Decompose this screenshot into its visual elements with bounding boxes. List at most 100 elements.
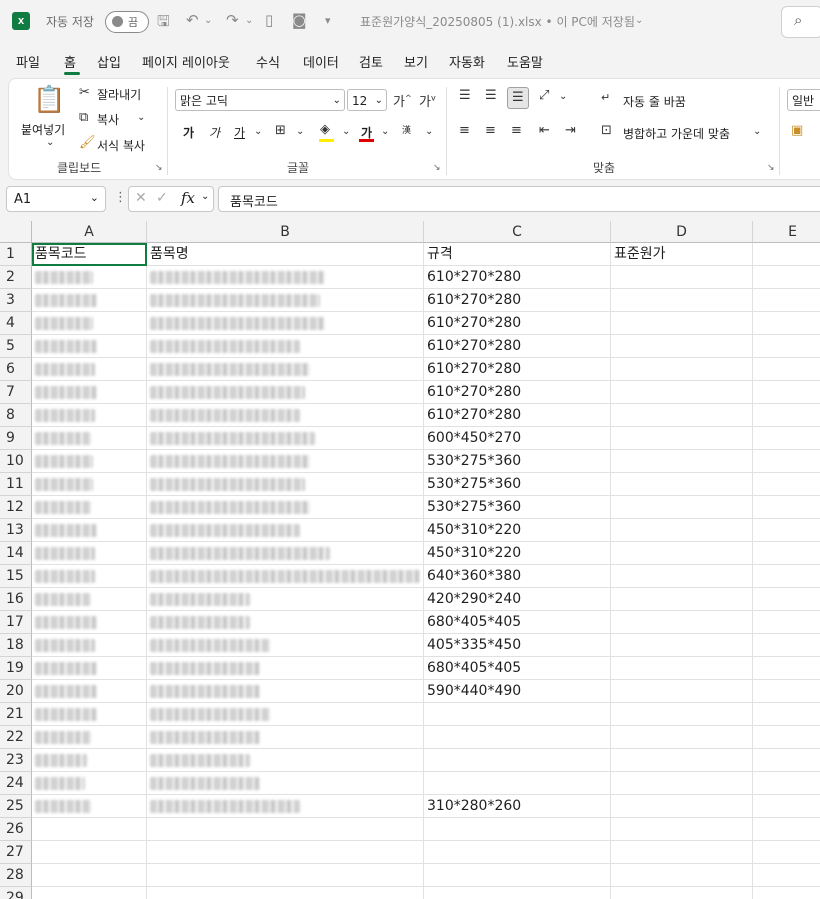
cell-a[interactable] (32, 772, 147, 795)
cell-e[interactable] (753, 657, 820, 680)
tab-view[interactable]: 보기 (404, 52, 428, 71)
cell-b[interactable]: 품목명 (147, 243, 424, 266)
cell-a[interactable] (32, 795, 147, 818)
title-dropdown-icon[interactable]: ⌄ (635, 15, 643, 26)
font-size-select[interactable]: 12 ⌄ (347, 89, 387, 111)
cell-b[interactable] (147, 749, 424, 772)
cell-e[interactable] (753, 818, 820, 841)
cell-c[interactable]: 610*270*280 (424, 266, 611, 289)
row-header[interactable]: 13 (0, 519, 32, 542)
cell-c[interactable] (424, 726, 611, 749)
align-bottom-button[interactable]: ☰ (507, 87, 529, 109)
align-right-icon[interactable]: ≡ (511, 123, 522, 138)
cell-d[interactable] (611, 657, 753, 680)
align-left-icon[interactable]: ≡ (459, 123, 470, 138)
cell-e[interactable] (753, 473, 820, 496)
more-options-icon[interactable]: ⋮ (114, 190, 127, 205)
cell-b[interactable] (147, 634, 424, 657)
column-header-a[interactable]: A (32, 221, 147, 243)
cell-d[interactable] (611, 358, 753, 381)
cell-b[interactable] (147, 335, 424, 358)
align-middle-icon[interactable]: ☰ (485, 88, 497, 103)
orientation-dropdown-icon[interactable]: ⌄ (559, 91, 567, 102)
cell-d[interactable] (611, 841, 753, 864)
cell-c[interactable]: 530*275*360 (424, 496, 611, 519)
cell-e[interactable] (753, 749, 820, 772)
bold-button[interactable]: 가 (183, 124, 194, 141)
cell-a[interactable] (32, 335, 147, 358)
tab-automate[interactable]: 자동화 (449, 52, 485, 71)
cell-e[interactable] (753, 358, 820, 381)
cell-d[interactable] (611, 496, 753, 519)
cell-b[interactable] (147, 726, 424, 749)
cell-a[interactable] (32, 450, 147, 473)
cell-c[interactable]: 530*275*360 (424, 473, 611, 496)
row-header[interactable]: 24 (0, 772, 32, 795)
align-center-icon[interactable]: ≡ (485, 123, 496, 138)
cell-d[interactable] (611, 818, 753, 841)
cell-c[interactable]: 530*275*360 (424, 450, 611, 473)
cell-c[interactable]: 590*440*490 (424, 680, 611, 703)
decrease-font-size-icon[interactable]: 가v (419, 91, 436, 110)
tab-help[interactable]: 도움말 (507, 52, 543, 71)
row-header[interactable]: 16 (0, 588, 32, 611)
function-dropdown-icon[interactable]: ⌄ (201, 191, 209, 202)
tab-review[interactable]: 검토 (359, 52, 383, 71)
tab-formulas[interactable]: 수식 (256, 52, 280, 71)
cell-a[interactable] (32, 657, 147, 680)
cell-d[interactable] (611, 565, 753, 588)
cell-b[interactable] (147, 358, 424, 381)
paste-icon[interactable]: 📋 (33, 85, 65, 115)
cell-b[interactable] (147, 887, 424, 899)
cell-c[interactable]: 610*270*280 (424, 335, 611, 358)
font-launcher-icon[interactable]: ↘ (433, 163, 441, 173)
cell-e[interactable] (753, 772, 820, 795)
cell-b[interactable] (147, 841, 424, 864)
redo-dropdown-icon[interactable]: ⌄ (245, 15, 253, 26)
accounting-format-icon[interactable]: ▣ (791, 123, 803, 138)
cell-c[interactable]: 405*335*450 (424, 634, 611, 657)
cell-e[interactable] (753, 542, 820, 565)
borders-icon[interactable]: ⊞ (275, 123, 286, 138)
formula-input[interactable]: 품목코드 (218, 186, 820, 212)
cell-b[interactable] (147, 565, 424, 588)
cell-d[interactable] (611, 749, 753, 772)
cell-e[interactable] (753, 496, 820, 519)
cell-d[interactable] (611, 680, 753, 703)
cell-b[interactable] (147, 864, 424, 887)
row-header[interactable]: 22 (0, 726, 32, 749)
align-top-icon[interactable]: ☰ (459, 88, 471, 103)
row-header[interactable]: 25 (0, 795, 32, 818)
cut-icon[interactable]: ✂ (79, 85, 90, 100)
undo-dropdown-icon[interactable]: ⌄ (204, 15, 212, 26)
cell-c[interactable] (424, 772, 611, 795)
cell-a[interactable] (32, 841, 147, 864)
cell-d[interactable] (611, 404, 753, 427)
cell-e[interactable] (753, 335, 820, 358)
select-all-corner[interactable] (0, 221, 32, 243)
cell-a[interactable] (32, 381, 147, 404)
wrap-text-button[interactable]: 자동 줄 바꿈 (623, 93, 686, 110)
save-icon[interactable]: 🖫 (157, 11, 170, 36)
cell-b[interactable] (147, 427, 424, 450)
cell-e[interactable] (753, 588, 820, 611)
merge-center-icon[interactable]: ⊡ (601, 123, 612, 138)
cell-d[interactable] (611, 473, 753, 496)
cell-c[interactable]: 450*310*220 (424, 519, 611, 542)
row-header[interactable]: 21 (0, 703, 32, 726)
paste-dropdown-icon[interactable]: ⌄ (46, 137, 54, 148)
autosave-toggle[interactable]: 끔 (105, 11, 149, 33)
cell-d[interactable] (611, 772, 753, 795)
row-header[interactable]: 9 (0, 427, 32, 450)
cell-e[interactable] (753, 726, 820, 749)
column-header-d[interactable]: D (611, 221, 753, 243)
cell-b[interactable] (147, 312, 424, 335)
font-name-select[interactable]: 맑은 고딕 ⌄ (175, 89, 345, 111)
cell-c[interactable]: 640*360*380 (424, 565, 611, 588)
row-header[interactable]: 15 (0, 565, 32, 588)
cell-b[interactable] (147, 404, 424, 427)
row-header[interactable]: 19 (0, 657, 32, 680)
cell-c[interactable]: 420*290*240 (424, 588, 611, 611)
cell-c[interactable]: 610*270*280 (424, 289, 611, 312)
font-color-dropdown-icon[interactable]: ⌄ (381, 126, 389, 137)
